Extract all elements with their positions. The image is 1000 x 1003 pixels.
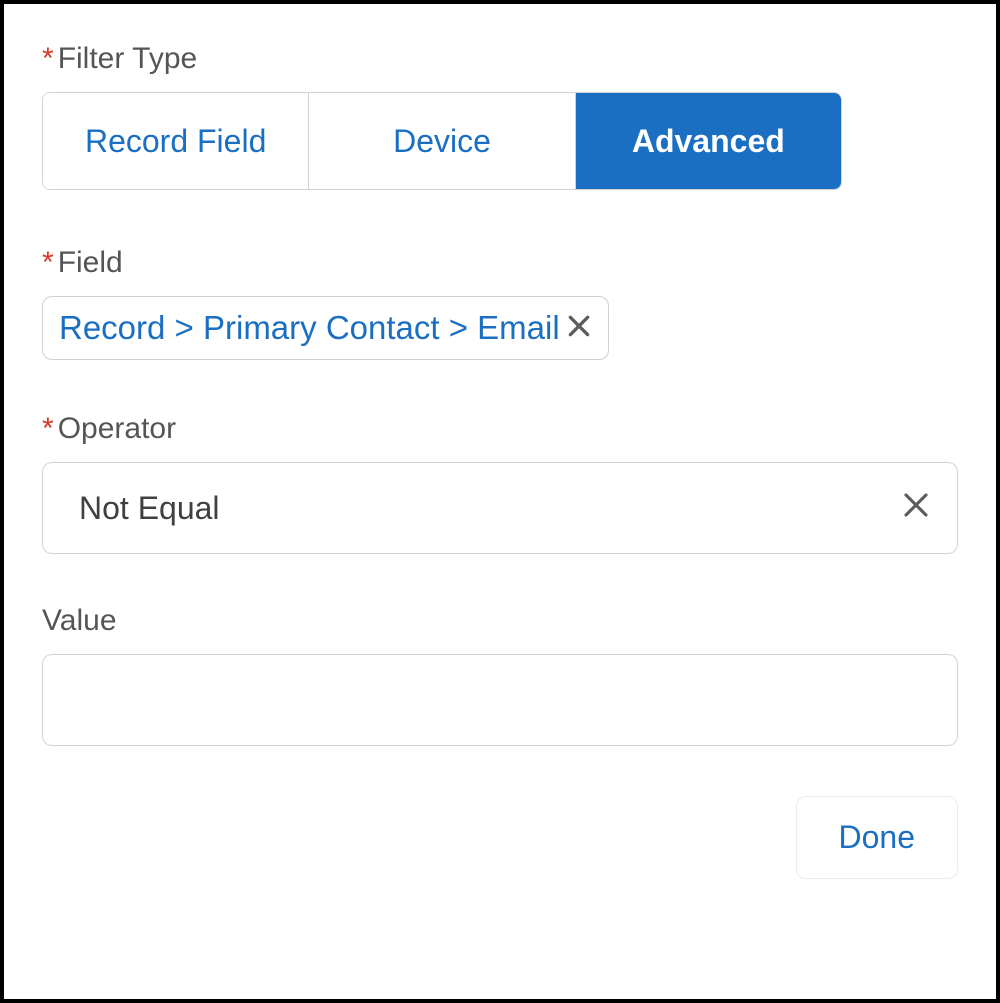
clear-operator-icon[interactable]: [901, 490, 931, 526]
filter-type-label: * Filter Type: [42, 42, 958, 76]
form-actions: Done: [42, 796, 958, 879]
filter-type-record-field[interactable]: Record Field: [43, 93, 308, 189]
value-label-text: Value: [42, 604, 117, 638]
field-label-text: Field: [58, 246, 123, 280]
required-asterisk: *: [42, 412, 54, 446]
filter-type-label-text: Filter Type: [58, 42, 198, 76]
filter-form: * Filter Type Record Field Device Advanc…: [0, 0, 1000, 1003]
filter-type-group: Record Field Device Advanced: [42, 92, 842, 190]
operator-select[interactable]: Not Equal: [42, 462, 958, 554]
operator-label: * Operator: [42, 412, 958, 446]
filter-type-device[interactable]: Device: [308, 93, 574, 189]
operator-value-text: Not Equal: [79, 490, 220, 527]
required-asterisk: *: [42, 246, 54, 280]
value-input[interactable]: [42, 654, 958, 746]
operator-label-text: Operator: [58, 412, 176, 446]
field-label: * Field: [42, 246, 958, 280]
done-button[interactable]: Done: [796, 796, 959, 879]
clear-field-icon[interactable]: [566, 311, 592, 345]
value-label: Value: [42, 604, 958, 638]
field-value-text: Record > Primary Contact > Email: [59, 309, 560, 347]
filter-type-advanced[interactable]: Advanced: [575, 93, 841, 189]
field-value-pill[interactable]: Record > Primary Contact > Email: [42, 296, 609, 360]
required-asterisk: *: [42, 42, 54, 76]
